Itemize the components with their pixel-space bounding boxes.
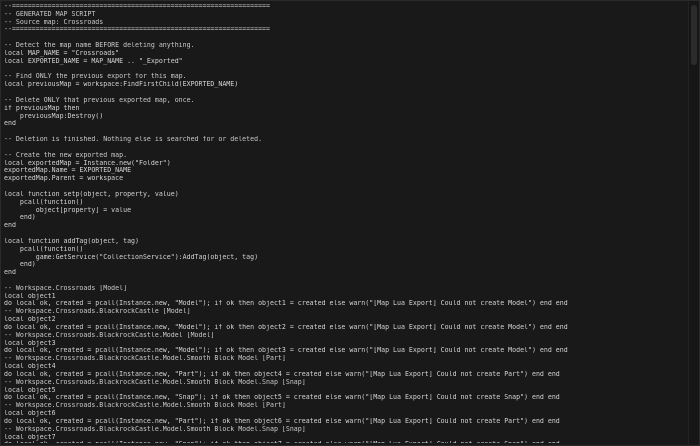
scrollbar-thumb[interactable]: [691, 5, 697, 65]
code-line[interactable]: local object3: [4, 340, 689, 348]
code-line[interactable]: -- Detect the map name BEFORE deleting a…: [4, 42, 689, 50]
code-line[interactable]: [4, 277, 689, 285]
code-line[interactable]: end): [4, 214, 689, 222]
code-line[interactable]: pcall(function(): [4, 199, 689, 207]
code-line[interactable]: [4, 183, 689, 191]
code-line[interactable]: end: [4, 120, 689, 128]
code-line[interactable]: local object7: [4, 434, 689, 442]
code-line[interactable]: do local ok, created = pcall(Instance.ne…: [4, 418, 689, 426]
code-line[interactable]: local function addTag(object, tag): [4, 238, 689, 246]
code-line[interactable]: -- Workspace.Crossroads.BlackrockCastle.…: [4, 426, 689, 434]
code-line[interactable]: -- Workspace.Crossroads.BlackrockCastle …: [4, 308, 689, 316]
code-line[interactable]: local object5: [4, 387, 689, 395]
code-line[interactable]: pcall(function(): [4, 246, 689, 254]
code-line[interactable]: do local ok, created = pcall(Instance.ne…: [4, 394, 689, 402]
vertical-scrollbar[interactable]: [688, 1, 699, 445]
code-line[interactable]: do local ok, created = pcall(Instance.ne…: [4, 300, 689, 308]
code-line[interactable]: do local ok, created = pcall(Instance.ne…: [4, 441, 689, 443]
code-line[interactable]: -- Source map: Crossroads: [4, 19, 689, 27]
editor-window: --======================================…: [0, 0, 700, 446]
code-line[interactable]: local object4: [4, 363, 689, 371]
code-line[interactable]: -- Workspace.Crossroads.BlackrockCastle.…: [4, 402, 689, 410]
code-line[interactable]: end: [4, 222, 689, 230]
code-line[interactable]: end): [4, 261, 689, 269]
code-line[interactable]: [4, 66, 689, 74]
code-line[interactable]: local exportedMap = Instance.new("Folder…: [4, 160, 689, 168]
code-line[interactable]: -- Deletion is finished. Nothing else is…: [4, 136, 689, 144]
code-line[interactable]: local object1: [4, 293, 689, 301]
code-line[interactable]: --======================================…: [4, 26, 689, 34]
code-line[interactable]: -- Delete ONLY that previous exported ma…: [4, 97, 689, 105]
code-line[interactable]: -- GENERATED MAP SCRIPT: [4, 11, 689, 19]
code-line[interactable]: [4, 230, 689, 238]
code-line[interactable]: local object6: [4, 410, 689, 418]
code-line[interactable]: exportedMap.Name = EXPORTED_NAME: [4, 167, 689, 175]
code-line[interactable]: exportedMap.Parent = workspace: [4, 175, 689, 183]
code-line[interactable]: do local ok, created = pcall(Instance.ne…: [4, 371, 689, 379]
code-line[interactable]: [4, 89, 689, 97]
code-line[interactable]: local MAP_NAME = "Crossroads": [4, 50, 689, 58]
code-editor[interactable]: --======================================…: [4, 3, 689, 443]
code-line[interactable]: local function setp(object, property, va…: [4, 191, 689, 199]
code-line[interactable]: [4, 34, 689, 42]
code-line[interactable]: local previousMap = workspace:FindFirstC…: [4, 81, 689, 89]
code-line[interactable]: -- Create the new exported map.: [4, 152, 689, 160]
code-text[interactable]: --======================================…: [4, 3, 689, 443]
code-line[interactable]: end: [4, 269, 689, 277]
code-line[interactable]: do local ok, created = pcall(Instance.ne…: [4, 347, 689, 355]
code-line[interactable]: local object2: [4, 316, 689, 324]
code-line[interactable]: -- Workspace.Crossroads [Model]: [4, 285, 689, 293]
code-line[interactable]: -- Workspace.Crossroads.BlackrockCastle.…: [4, 355, 689, 363]
code-line[interactable]: game:GetService("CollectionService"):Add…: [4, 254, 689, 262]
code-line[interactable]: object[property] = value: [4, 207, 689, 215]
code-line[interactable]: -- Workspace.Crossroads.BlackrockCastle.…: [4, 332, 689, 340]
code-line[interactable]: previousMap:Destroy(): [4, 113, 689, 121]
code-line[interactable]: -- Find ONLY the previous export for thi…: [4, 73, 689, 81]
code-line[interactable]: [4, 144, 689, 152]
code-line[interactable]: [4, 128, 689, 136]
code-line[interactable]: -- Workspace.Crossroads.BlackrockCastle.…: [4, 379, 689, 387]
code-line[interactable]: do local ok, created = pcall(Instance.ne…: [4, 324, 689, 332]
code-line[interactable]: if previousMap then: [4, 105, 689, 113]
code-line[interactable]: --======================================…: [4, 3, 689, 11]
code-line[interactable]: local EXPORTED_NAME = MAP_NAME .. "_Expo…: [4, 58, 689, 66]
